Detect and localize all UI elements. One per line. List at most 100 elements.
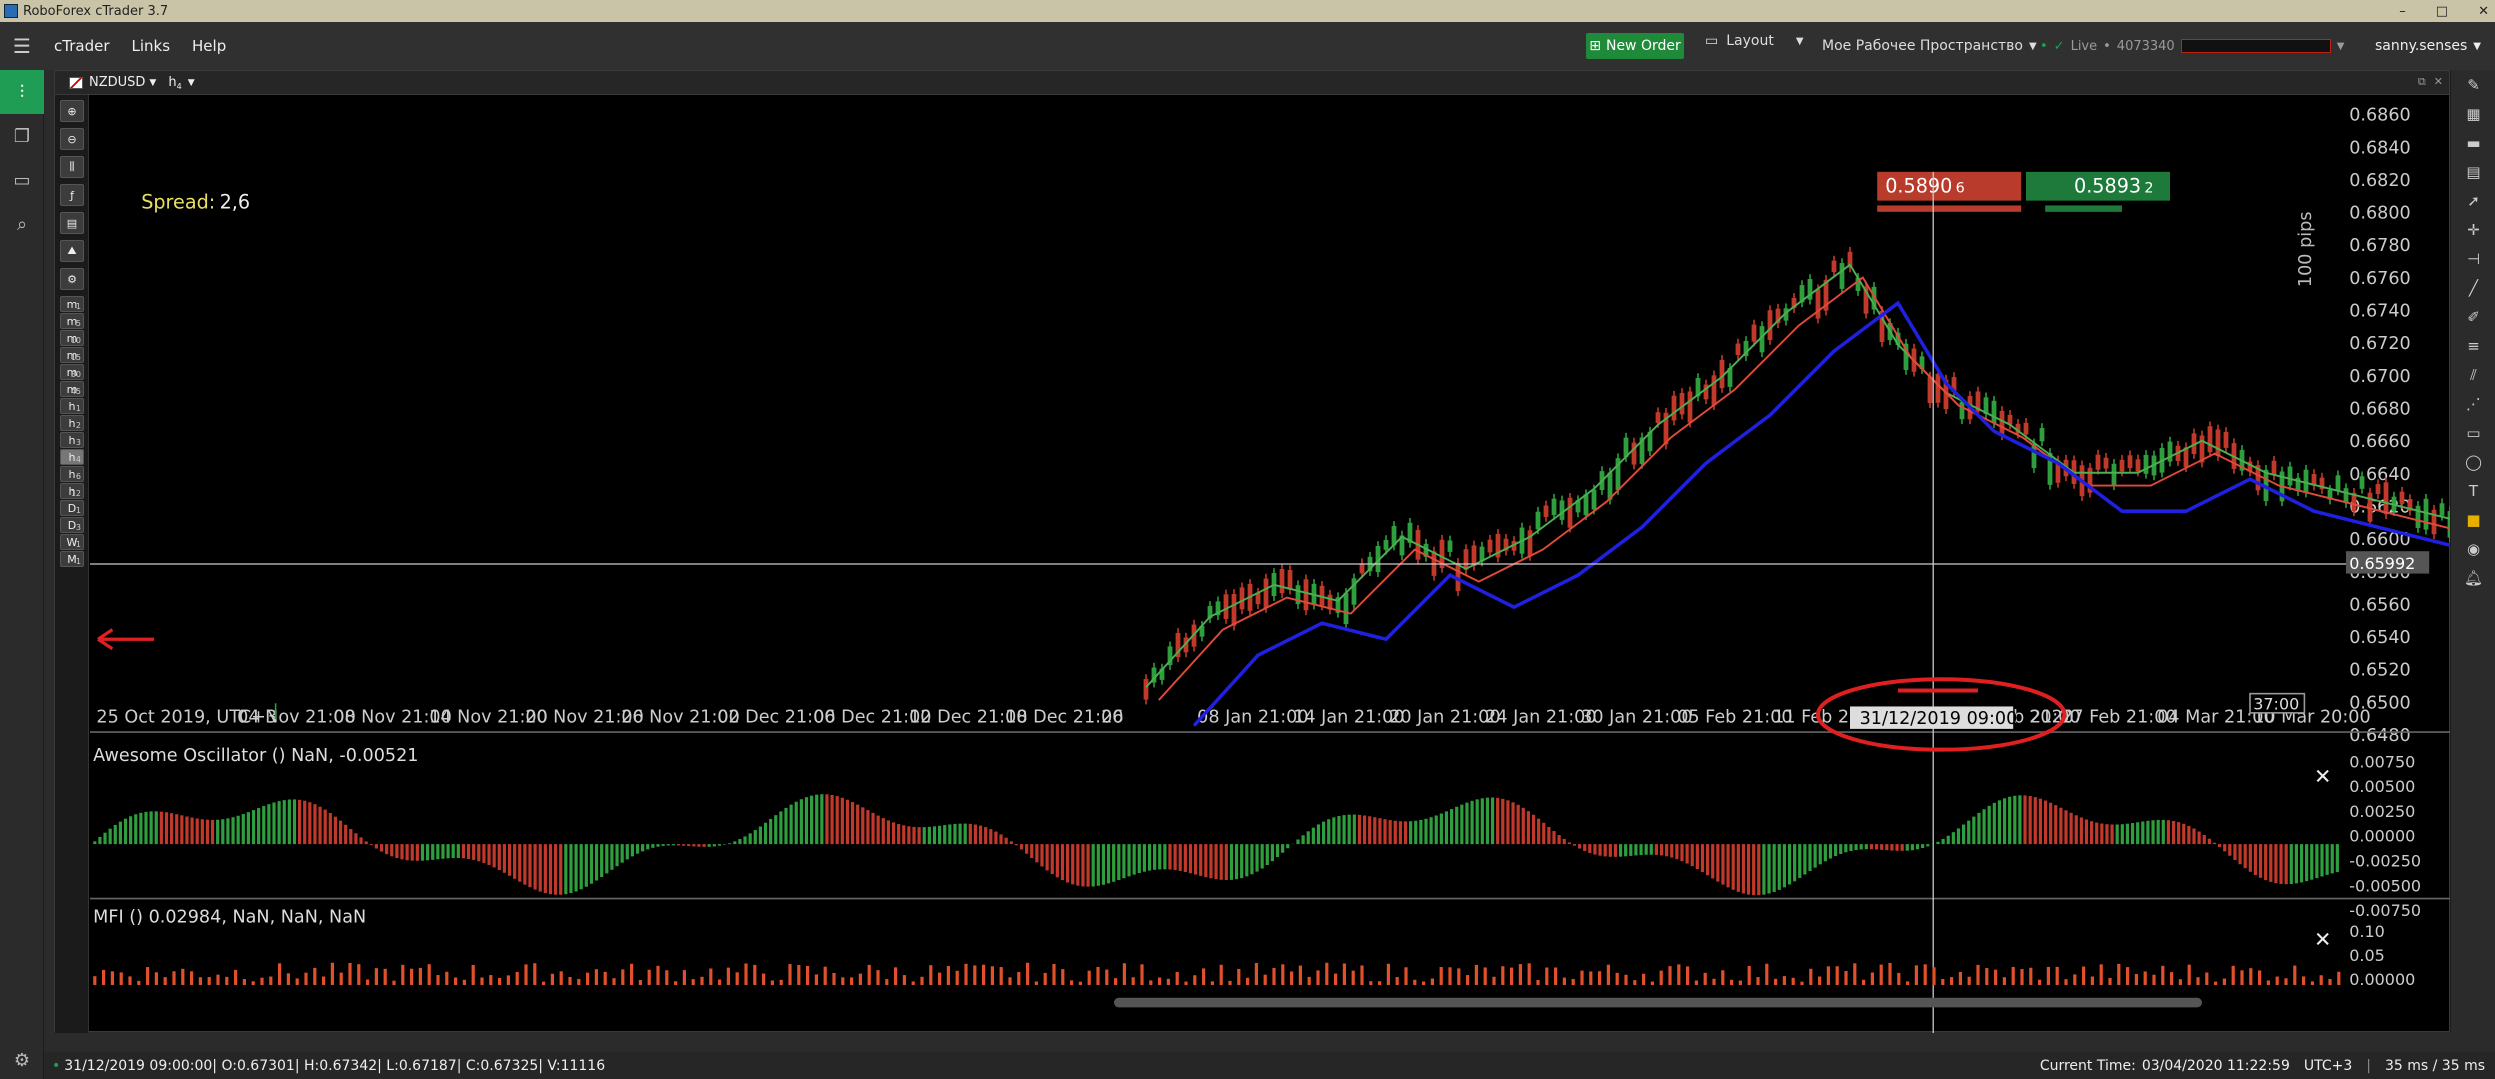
chart-type-icon[interactable]: ⫼ — [60, 156, 84, 178]
timeframe-button-h4[interactable]: h4 — [60, 449, 84, 465]
pen-icon[interactable]: ✐ — [2451, 302, 2495, 331]
automate-icon[interactable]: ▭ — [0, 158, 44, 202]
candle-body — [1143, 679, 1149, 700]
ao-bar — [1245, 844, 1249, 877]
ao-bar — [420, 844, 425, 861]
timeframe-button-M1[interactable]: M1 — [60, 551, 84, 567]
ao-bar — [1270, 844, 1274, 862]
timeframe-button-m10[interactable]: m 10 — [60, 330, 84, 346]
candle-body — [1567, 497, 1573, 528]
new-order-button[interactable]: ⊞ New Order — [1586, 33, 1684, 59]
settings-icon[interactable]: ⚙ — [60, 268, 84, 290]
user-menu[interactable]: sanny.senses ▼ — [2375, 33, 2481, 59]
close-button[interactable]: ✕ — [2478, 4, 2489, 19]
chevron-down-icon[interactable]: ▼ — [149, 78, 156, 88]
drawing-toolbar: ✎ ▦ ▬ ▤ ➚ ✛ ⊣ ╱ ✐ ≡ ⫽ ⋰ ▭ ◯ T ■ ◉ 🔔︎ — [2450, 70, 2495, 1032]
zoom-in-icon[interactable]: ⊕ — [60, 100, 84, 122]
mfi-bar — [1677, 964, 1681, 985]
zoom-out-icon[interactable]: ⊖ — [60, 128, 84, 150]
mfi-bar — [2020, 969, 2024, 985]
timeframe-button-m30[interactable]: m 30 — [60, 364, 84, 380]
ellipse-icon[interactable]: ◯ — [2451, 447, 2495, 476]
minimize-button[interactable]: – — [2399, 4, 2406, 19]
mfi-bar — [1290, 971, 1294, 985]
price-chart[interactable]: 0.6860 0.6840 0.6820 0.6800 0.6780 0.6760 0.67… — [90, 95, 2450, 1033]
copy-icon[interactable]: ❐ — [0, 114, 44, 158]
indicators-icon[interactable]: ƒ — [60, 184, 84, 206]
rectangle-icon[interactable]: ▭ — [2451, 418, 2495, 447]
account-mode: Live — [2070, 38, 2098, 54]
mfi-bar — [1052, 963, 1056, 985]
ao-bar — [1649, 844, 1653, 855]
timeframe-button-h3[interactable]: h3 — [60, 432, 84, 448]
ao-tick-label: 0.00250 — [2349, 802, 2415, 821]
display-options-icon[interactable]: ▤ — [60, 212, 84, 234]
channel-icon[interactable]: ⫽ — [2451, 360, 2495, 389]
grid-layout-icon[interactable]: ▦ — [2451, 99, 2495, 128]
menu-links[interactable]: Links — [131, 37, 170, 55]
crosshair-icon[interactable]: ✛ — [2451, 215, 2495, 244]
pattern-icon[interactable]: ⋰ — [2451, 389, 2495, 418]
multi-layout-icon[interactable]: ▤ — [2451, 157, 2495, 186]
alert-bell-icon[interactable]: 🔔︎ — [2451, 563, 2495, 592]
account-selector[interactable]: • ✓ Live • 4073340 ▼ — [2040, 33, 2344, 59]
ao-bar — [1557, 835, 1561, 845]
mfi-bar — [1967, 976, 1971, 985]
chevron-down-icon[interactable]: ▼ — [188, 78, 195, 88]
ao-bar — [1583, 844, 1587, 851]
ao-bar — [1009, 841, 1013, 845]
ao-bar — [1736, 844, 1740, 892]
analyze-icon[interactable]: ⌕ — [0, 202, 44, 246]
mfi-bar — [973, 965, 977, 985]
pointer-icon[interactable]: ➚ — [2451, 186, 2495, 215]
ao-bar — [1229, 844, 1234, 880]
ao-bar — [1562, 838, 1566, 845]
timeframe-button-m15[interactable]: m 15 — [60, 347, 84, 363]
edit-icon[interactable]: ✎ — [2451, 70, 2495, 99]
settings-gear-icon[interactable]: ⚙ — [0, 1050, 44, 1071]
hamburger-menu-icon[interactable]: ☰ — [0, 22, 44, 70]
ao-tick-label: 0.00750 — [2349, 752, 2415, 771]
line-icon[interactable]: ╱ — [2451, 273, 2495, 302]
camera-icon[interactable]: ◉ — [2451, 534, 2495, 563]
timeframe-button-h1[interactable]: h1 — [60, 398, 84, 414]
ao-bar — [1188, 844, 1193, 874]
timeframe-button-D3[interactable]: D3 — [60, 517, 84, 533]
close-chart-icon[interactable]: ✕ — [2434, 75, 2443, 89]
ao-bar — [1542, 822, 1546, 845]
timeframe-button-h6[interactable]: h6 — [60, 466, 84, 482]
candle-body — [2207, 426, 2213, 453]
timeframe-label: h — [68, 416, 76, 430]
timeframe-sub: 4 — [176, 82, 182, 91]
trade-icon[interactable]: ⫶ — [0, 70, 44, 114]
timeframe-button-m1[interactable]: m1 — [60, 296, 84, 312]
ao-bar — [231, 817, 235, 845]
fibonacci-icon[interactable]: ≡ — [2451, 331, 2495, 360]
timeframe-button-m5[interactable]: m5 — [60, 313, 84, 329]
timeframe-button-h12[interactable]: h 12 — [60, 483, 84, 499]
single-layout-icon[interactable]: ▬ — [2451, 128, 2495, 157]
timeframe-button-W1[interactable]: W1 — [60, 534, 84, 550]
note-icon[interactable]: ■ — [2451, 505, 2495, 534]
timezone-selector[interactable]: UTC+3 — [2304, 1058, 2352, 1074]
maximize-button[interactable]: □ — [2436, 4, 2448, 19]
mfi-bar — [594, 969, 598, 985]
text-icon[interactable]: T — [2451, 476, 2495, 505]
ao-bar — [518, 844, 522, 882]
timeframe-button-D1[interactable]: D1 — [60, 500, 84, 516]
templates-icon[interactable]: ⛰ — [60, 240, 84, 262]
layout-dropdown[interactable]: ▭ Layout ▼ — [1705, 33, 1804, 49]
detach-icon[interactable]: ⧉ — [2418, 75, 2426, 89]
mfi-bar — [1026, 962, 1030, 985]
symbol-selector[interactable]: NZDUSD — [89, 75, 145, 90]
workspace-dropdown[interactable]: Мое Рабочее Пространство ▼ — [1822, 33, 2037, 59]
mfi-bar — [797, 965, 801, 985]
timeframe-button-m45[interactable]: m 45 — [60, 381, 84, 397]
timeframe-selector[interactable]: h — [168, 75, 176, 90]
ao-bar — [702, 844, 706, 847]
timeframe-button-h2[interactable]: h2 — [60, 415, 84, 431]
menu-ctrader[interactable]: cTrader — [54, 37, 109, 55]
ao-bar — [2197, 831, 2201, 845]
ruler-icon[interactable]: ⊣ — [2451, 244, 2495, 273]
menu-help[interactable]: Help — [192, 37, 226, 55]
